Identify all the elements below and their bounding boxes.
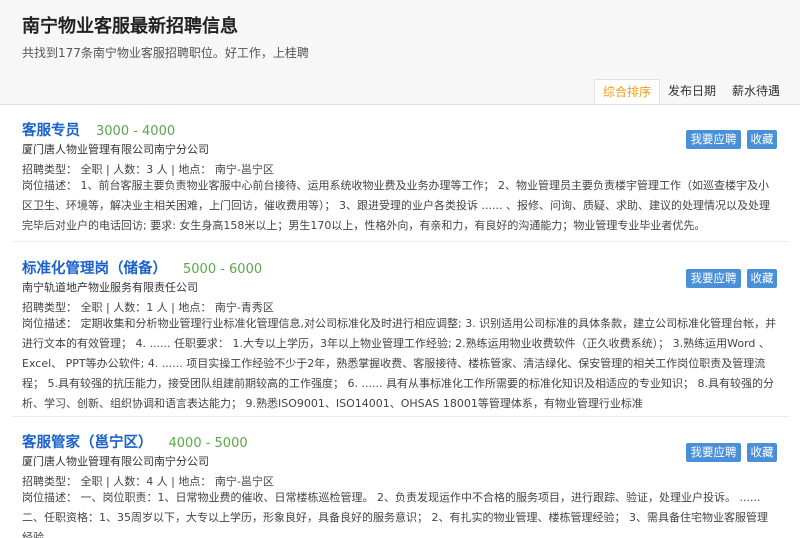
page-title: 南宁物业客服最新招聘信息: [22, 16, 238, 37]
company-name: 南宁轨道地产物业服务有限责任公司: [22, 281, 198, 294]
tab-comprehensive-sort[interactable]: 综合排序: [593, 79, 660, 104]
favorite-button[interactable]: 收藏: [747, 130, 777, 149]
job-salary: 4000 - 5000: [168, 436, 248, 451]
page-subtitle: 共找到177条南宁物业客服招聘职位。好工作，上桂聘: [22, 46, 309, 60]
job-description: 岗位描述： 一、岗位职责：1、日常物业费的催收、日常楼栋巡检管理。 2、负责发现…: [22, 491, 768, 538]
job-meta: 招聘类型： 全职 | 人数：1 人 | 地点： 南宁-青秀区: [22, 301, 274, 314]
page-header: 南宁物业客服最新招聘信息 共找到177条南宁物业客服招聘职位。好工作，上桂聘 综…: [0, 0, 800, 104]
job-title-link[interactable]: 标准化管理岗（储备）: [22, 257, 167, 278]
apply-button[interactable]: 我要应聘: [686, 443, 741, 462]
tab-publish-date[interactable]: 发布日期: [660, 79, 724, 104]
job-list: 客服专员 3000 - 4000 厦门唐人物业管理有限公司南宁分公司 招聘类型：…: [0, 104, 800, 538]
job-description: 岗位描述： 1、前台客服主要负责物业客服中心前台接待、运用系统收物业费及业务办理…: [22, 179, 770, 232]
job-salary: 5000 - 6000: [183, 262, 263, 277]
favorite-button[interactable]: 收藏: [747, 269, 777, 288]
favorite-button[interactable]: 收藏: [747, 443, 777, 462]
company-name: 厦门唐人物业管理有限公司南宁分公司: [22, 455, 209, 468]
job-meta: 招聘类型： 全职 | 人数：4 人 | 地点： 南宁-邕宁区: [22, 475, 274, 488]
job-card: 客服管家（邕宁区） 4000 - 5000 厦门唐人物业管理有限公司南宁分公司 …: [12, 431, 790, 538]
tab-salary[interactable]: 薪水待遇: [724, 79, 788, 104]
apply-button[interactable]: 我要应聘: [686, 130, 741, 149]
job-title-link[interactable]: 客服专员: [22, 119, 80, 140]
job-card: 标准化管理岗（储备） 5000 - 6000 南宁轨道地产物业服务有限责任公司 …: [12, 257, 790, 417]
job-card: 客服专员 3000 - 4000 厦门唐人物业管理有限公司南宁分公司 招聘类型：…: [12, 119, 790, 242]
company-name: 厦门唐人物业管理有限公司南宁分公司: [22, 143, 209, 156]
sort-tabs: 综合排序 发布日期 薪水待遇: [593, 79, 788, 104]
job-description: 岗位描述： 定期收集和分析物业管理行业标准化管理信息,对公司标准化及时进行相应调…: [22, 317, 777, 410]
apply-button[interactable]: 我要应聘: [686, 269, 741, 288]
job-title-link[interactable]: 客服管家（邕宁区）: [22, 431, 153, 452]
job-meta: 招聘类型： 全职 | 人数：3 人 | 地点： 南宁-邕宁区: [22, 163, 274, 176]
job-salary: 3000 - 4000: [96, 124, 176, 139]
